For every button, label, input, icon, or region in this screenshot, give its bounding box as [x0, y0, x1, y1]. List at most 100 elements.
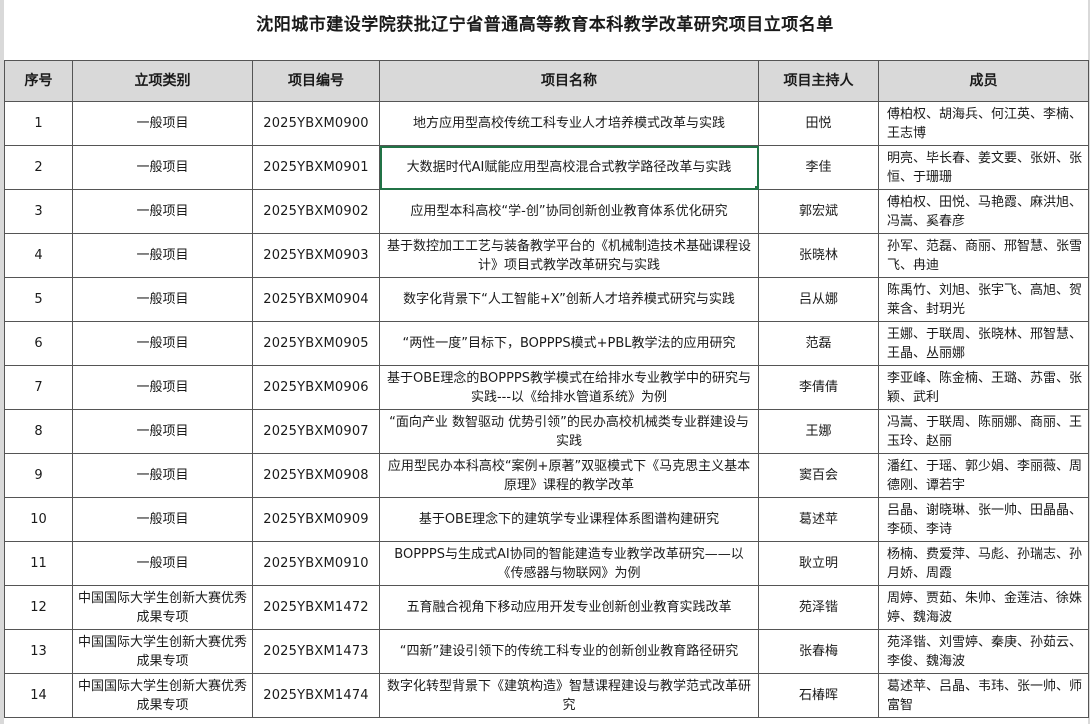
- table-row: 3 一般项目 2025YBXM0902 应用型本科高校“学-创”协同创新创业教育…: [4, 189, 1089, 234]
- cell-name[interactable]: 数字化转型背景下《建筑构造》智慧课程建设与教学范式改革研究: [379, 673, 759, 718]
- cell-no[interactable]: 4: [4, 233, 73, 278]
- cell-members[interactable]: 苑泽锴、刘雪婷、秦庚、孙茹云、李俊、魏海波: [878, 629, 1089, 674]
- cell-category[interactable]: 中国国际大学生创新大赛优秀成果专项: [72, 585, 253, 630]
- cell-members[interactable]: 冯嵩、于联周、陈丽娜、商丽、王玉玲、赵丽: [878, 409, 1089, 454]
- cell-members[interactable]: 潘红、于瑶、郭少娟、李丽薇、周德刚、谭若宇: [878, 453, 1089, 498]
- cell-no[interactable]: 1: [4, 101, 73, 146]
- cell-category[interactable]: 一般项目: [72, 497, 253, 542]
- cell-category[interactable]: 一般项目: [72, 145, 253, 190]
- cell-no[interactable]: 13: [4, 629, 73, 674]
- cell-code[interactable]: 2025YBXM0907: [252, 409, 380, 454]
- cell-host[interactable]: 李佳: [758, 145, 879, 190]
- cell-host[interactable]: 葛述苹: [758, 497, 879, 542]
- cell-category[interactable]: 一般项目: [72, 409, 253, 454]
- cell-category[interactable]: 一般项目: [72, 321, 253, 366]
- cell-name[interactable]: 应用型民办本科高校“案例+原著”双驱模式下《马克思主义基本原理》课程的教学改革: [379, 453, 759, 498]
- cell-host[interactable]: 耿立明: [758, 541, 879, 586]
- table-row: 12 中国国际大学生创新大赛优秀成果专项 2025YBXM1472 五育融合视角…: [4, 585, 1089, 630]
- cell-members[interactable]: 杨楠、费爱萍、马彪、孙瑞志、孙月娇、周霞: [878, 541, 1089, 586]
- cell-code[interactable]: 2025YBXM0910: [252, 541, 380, 586]
- cell-name-selected[interactable]: 大数据时代AI赋能应用型高校混合式教学路径改革与实践: [379, 145, 759, 190]
- cell-no[interactable]: 7: [4, 365, 73, 410]
- cell-name[interactable]: 数字化背景下“人工智能+X”创新人才培养模式研究与实践: [379, 277, 759, 322]
- table-row: 14 中国国际大学生创新大赛优秀成果专项 2025YBXM1474 数字化转型背…: [4, 673, 1089, 718]
- cell-name[interactable]: 应用型本科高校“学-创”协同创新创业教育体系优化研究: [379, 189, 759, 234]
- cell-no[interactable]: 12: [4, 585, 73, 630]
- table-row: 9 一般项目 2025YBXM0908 应用型民办本科高校“案例+原著”双驱模式…: [4, 453, 1089, 498]
- project-table: 序号 立项类别 项目编号 项目名称 项目主持人 成员 1 一般项目 2025YB…: [4, 60, 1089, 718]
- cell-code[interactable]: 2025YBXM0902: [252, 189, 380, 234]
- cell-code[interactable]: 2025YBXM0900: [252, 101, 380, 146]
- cell-no[interactable]: 9: [4, 453, 73, 498]
- cell-name[interactable]: BOPPPS与生成式AI协同的智能建造专业教学改革研究——以《传感器与物联网》为…: [379, 541, 759, 586]
- header-category[interactable]: 立项类别: [72, 60, 253, 102]
- header-name[interactable]: 项目名称: [379, 60, 759, 102]
- header-host[interactable]: 项目主持人: [758, 60, 879, 102]
- cell-category[interactable]: 一般项目: [72, 189, 253, 234]
- cell-code[interactable]: 2025YBXM0909: [252, 497, 380, 542]
- cell-code[interactable]: 2025YBXM0904: [252, 277, 380, 322]
- cell-no[interactable]: 11: [4, 541, 73, 586]
- cell-no[interactable]: 8: [4, 409, 73, 454]
- cell-name[interactable]: 基于数控加工工艺与装备教学平台的《机械制造技术基础课程设计》项目式教学改革研究与…: [379, 233, 759, 278]
- sheet-title[interactable]: 沈阳城市建设学院获批辽宁省普通高等教育本科教学改革研究项目立项名单: [0, 8, 1090, 42]
- header-no[interactable]: 序号: [4, 60, 73, 102]
- cell-category[interactable]: 一般项目: [72, 365, 253, 410]
- cell-members[interactable]: 周婷、贾茹、朱帅、金莲洁、徐姝婷、魏海波: [878, 585, 1089, 630]
- cell-name[interactable]: “两性一度”目标下，BOPPPS模式+PBL教学法的应用研究: [379, 321, 759, 366]
- cell-category[interactable]: 一般项目: [72, 453, 253, 498]
- cell-host[interactable]: 范磊: [758, 321, 879, 366]
- cell-code[interactable]: 2025YBXM0903: [252, 233, 380, 278]
- header-code[interactable]: 项目编号: [252, 60, 380, 102]
- cell-category[interactable]: 一般项目: [72, 277, 253, 322]
- cell-host[interactable]: 田悦: [758, 101, 879, 146]
- cell-host[interactable]: 郭宏斌: [758, 189, 879, 234]
- cell-members[interactable]: 陈禹竹、刘旭、张宇飞、高旭、贺莱含、封玥光: [878, 277, 1089, 322]
- cell-code[interactable]: 2025YBXM1474: [252, 673, 380, 718]
- cell-host[interactable]: 张春梅: [758, 629, 879, 674]
- table-row: 7 一般项目 2025YBXM0906 基于OBE理念的BOPPPS教学模式在给…: [4, 365, 1089, 410]
- cell-name[interactable]: 基于OBE理念的BOPPPS教学模式在给排水专业教学中的研究与实践---以《给排…: [379, 365, 759, 410]
- cell-host[interactable]: 吕从娜: [758, 277, 879, 322]
- cell-no[interactable]: 2: [4, 145, 73, 190]
- cell-name[interactable]: 基于OBE理念下的建筑学专业课程体系图谱构建研究: [379, 497, 759, 542]
- cell-no[interactable]: 3: [4, 189, 73, 234]
- cell-members[interactable]: 李亚峰、陈金楠、王璐、苏雷、张颖、武利: [878, 365, 1089, 410]
- cell-category[interactable]: 中国国际大学生创新大赛优秀成果专项: [72, 629, 253, 674]
- cell-code[interactable]: 2025YBXM0905: [252, 321, 380, 366]
- cell-host[interactable]: 张晓林: [758, 233, 879, 278]
- table-row: 4 一般项目 2025YBXM0903 基于数控加工工艺与装备教学平台的《机械制…: [4, 233, 1089, 278]
- cell-category[interactable]: 一般项目: [72, 541, 253, 586]
- cell-category[interactable]: 一般项目: [72, 233, 253, 278]
- cell-code[interactable]: 2025YBXM0906: [252, 365, 380, 410]
- cell-members[interactable]: 傅柏权、胡海兵、何江英、李楠、王志博: [878, 101, 1089, 146]
- cell-code[interactable]: 2025YBXM0908: [252, 453, 380, 498]
- cell-no[interactable]: 5: [4, 277, 73, 322]
- cell-members[interactable]: 王娜、于联周、张晓林、邢智慧、王晶、丛丽娜: [878, 321, 1089, 366]
- cell-no[interactable]: 10: [4, 497, 73, 542]
- cell-category[interactable]: 中国国际大学生创新大赛优秀成果专项: [72, 673, 253, 718]
- cell-host[interactable]: 李倩倩: [758, 365, 879, 410]
- cell-code[interactable]: 2025YBXM0901: [252, 145, 380, 190]
- cell-host[interactable]: 王娜: [758, 409, 879, 454]
- table-row: 5 一般项目 2025YBXM0904 数字化背景下“人工智能+X”创新人才培养…: [4, 277, 1089, 322]
- cell-name[interactable]: “面向产业 数智驱动 优势引领”的民办高校机械类专业群建设与实践: [379, 409, 759, 454]
- cell-no[interactable]: 14: [4, 673, 73, 718]
- cell-members[interactable]: 孙军、范磊、商丽、邢智慧、张雪飞、冉迪: [878, 233, 1089, 278]
- cell-members[interactable]: 傅柏权、田悦、马艳霞、麻洪旭、冯嵩、奚春彦: [878, 189, 1089, 234]
- cell-name[interactable]: “四新”建设引领下的传统工科专业的创新创业教育路径研究: [379, 629, 759, 674]
- cell-host[interactable]: 苑泽锴: [758, 585, 879, 630]
- cell-no[interactable]: 6: [4, 321, 73, 366]
- cell-code[interactable]: 2025YBXM1473: [252, 629, 380, 674]
- header-members[interactable]: 成员: [878, 60, 1089, 102]
- cell-category[interactable]: 一般项目: [72, 101, 253, 146]
- cell-members[interactable]: 明亮、毕长春、姜文要、张妍、张恒、于珊珊: [878, 145, 1089, 190]
- cell-name[interactable]: 五育融合视角下移动应用开发专业创新创业教育实践改革: [379, 585, 759, 630]
- table-row: 8 一般项目 2025YBXM0907 “面向产业 数智驱动 优势引领”的民办高…: [4, 409, 1089, 454]
- cell-code[interactable]: 2025YBXM1472: [252, 585, 380, 630]
- cell-members[interactable]: 吕晶、谢晓琳、张一帅、田晶晶、李硕、李诗: [878, 497, 1089, 542]
- cell-members[interactable]: 葛述苹、吕晶、韦玮、张一帅、师富智: [878, 673, 1089, 718]
- cell-host[interactable]: 石椿晖: [758, 673, 879, 718]
- cell-host[interactable]: 窦百会: [758, 453, 879, 498]
- cell-name[interactable]: 地方应用型高校传统工科专业人才培养模式改革与实践: [379, 101, 759, 146]
